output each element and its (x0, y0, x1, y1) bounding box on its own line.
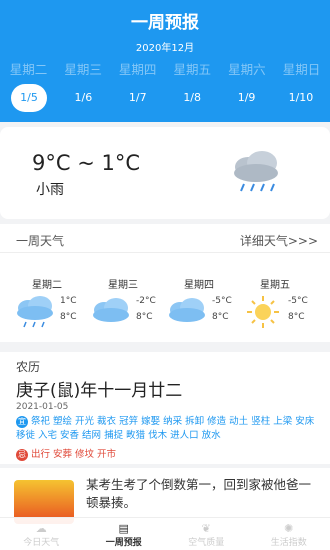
date-tab[interactable]: 1/7 (111, 84, 165, 112)
rain-cloud-icon (17, 296, 53, 328)
tab-air-quality[interactable]: ❦ 空气质量 (165, 518, 248, 550)
date-tab[interactable]: 1/6 (56, 84, 110, 112)
ji-badge: 忌 (16, 448, 28, 461)
month-label: 2020年12月 (135, 43, 195, 54)
day-low: 8°C (136, 312, 153, 322)
today-condition: 小雨 (36, 182, 64, 198)
gregorian-date: 2021-01-05 (16, 402, 69, 412)
date-tab[interactable]: 1/10 (274, 84, 328, 112)
day-item[interactable]: 星期二 1°C 8°C 小雨 (10, 276, 82, 369)
detail-weather-link[interactable]: 详细天气>>> (240, 232, 318, 249)
almanac-heading: 农历 (16, 360, 41, 374)
week-weather-title: 一周天气 (16, 234, 65, 248)
ji-text: 出行 安葬 修坟 开市 (31, 449, 117, 460)
divider (0, 252, 330, 253)
day-name: 星期五 (260, 280, 290, 291)
header: 一周预报 2020年12月 星期二 星期三 星期四 星期五 星期六 星期日 1/… (0, 0, 330, 122)
day-high: -5°C (212, 296, 232, 306)
day-high: -5°C (288, 296, 308, 306)
date-tab[interactable]: 1/8 (165, 84, 219, 112)
today-temp-range: 9°C ~ 1°C (32, 151, 140, 175)
rain-cloud-icon (234, 151, 278, 192)
cloud-icon (93, 298, 129, 322)
day-name: 星期三 (108, 280, 138, 291)
lunar-date: 庚子(鼠)年十一月廿二 (16, 381, 183, 401)
news-text: 某考生考了个倒数第一，回到家被他爸一顿暴揍。 (86, 477, 312, 510)
page-title: 一周预报 (131, 13, 199, 33)
almanac-ji: 忌出行 安葬 修坟 开市 (16, 446, 116, 461)
almanac-yi: 宜祭祀 塑绘 开光 裁衣 冠笄 嫁娶 纳采 拆卸 修造 动土 竖柱 上梁 安床 … (16, 415, 326, 443)
tab-label: 空气质量 (188, 538, 225, 548)
weekday-label: 星期三 (64, 62, 102, 77)
leaf-icon: ❦ (201, 522, 211, 535)
weekday-row: 星期二 星期三 星期四 星期五 星期六 星期日 (0, 59, 330, 78)
day-high: 1°C (60, 296, 77, 306)
day-low: 8°C (212, 312, 229, 322)
day-name: 星期四 (184, 280, 214, 291)
tab-weekly-forecast[interactable]: ▤ 一周预报 (83, 518, 166, 550)
bottom-tab-bar: ☁ 今日天气 ▤ 一周预报 ❦ 空气质量 ✺ 生活指数 (0, 517, 330, 550)
tab-today-weather[interactable]: ☁ 今日天气 (0, 518, 83, 550)
home-weather-icon: ☁ (35, 522, 47, 535)
weekday-label: 星期五 (173, 62, 212, 77)
cloud-icon (169, 298, 205, 322)
day-name: 星期二 (32, 280, 62, 291)
almanac-card: 农历 庚子(鼠)年十一月廿二 2021-01-05 宜祭祀 塑绘 开光 裁衣 冠… (0, 352, 330, 464)
day-item[interactable]: 星期三 -2°C 8°C 阴 (86, 276, 158, 369)
date-tab-selected[interactable]: 1/5 (11, 84, 47, 112)
week-weather-card: 一周天气 详细天气>>> 星期二 1°C 8°C 小雨 星期三 -2°C 8°C… (0, 224, 330, 369)
day-low: 8°C (288, 312, 305, 322)
day-high: -2°C (136, 296, 156, 306)
weekday-label: 星期日 (282, 62, 321, 77)
date-tab[interactable]: 1/9 (220, 84, 274, 112)
day-item[interactable]: 星期四 -5°C 8°C 阴 (162, 276, 234, 369)
tab-label: 今日天气 (23, 538, 60, 548)
yi-text: 祭祀 塑绘 开光 裁衣 冠笄 嫁娶 纳采 拆卸 修造 动土 竖柱 上梁 安床 移… (16, 416, 315, 441)
date-selector: 1/5 1/6 1/7 1/8 1/9 1/10 (0, 84, 330, 112)
tab-label: 生活指数 (270, 538, 307, 548)
today-card: 9°C ~ 1°C 小雨 (0, 127, 330, 219)
calendar-icon: ▤ (118, 522, 129, 535)
sun-icon: ✺ (284, 522, 294, 535)
weekday-label: 星期二 (9, 62, 48, 77)
sun-icon (247, 296, 279, 328)
day-item[interactable]: 星期五 -5°C 8°C 晴 (238, 276, 310, 369)
day-low: 8°C (60, 312, 77, 322)
weekday-label: 星期六 (228, 62, 266, 77)
weekday-label: 星期四 (118, 62, 157, 77)
yi-badge: 宜 (16, 415, 28, 428)
tab-life-index[interactable]: ✺ 生活指数 (248, 518, 330, 550)
tab-label: 一周预报 (105, 538, 142, 548)
